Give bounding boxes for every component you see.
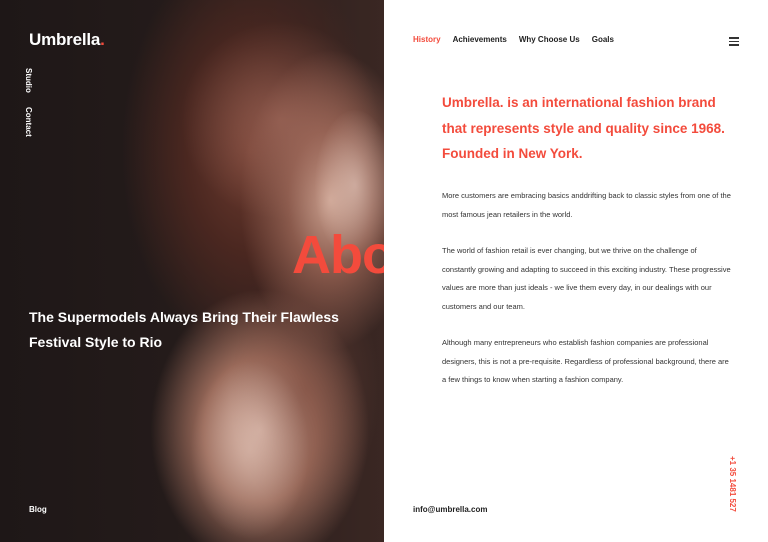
side-nav-contact[interactable]: Contact — [24, 107, 33, 137]
tab-achievements[interactable]: Achievements — [453, 35, 507, 44]
tab-why-choose-us[interactable]: Why Choose Us — [519, 35, 580, 44]
body-paragraph: More customers are embracing basics andd… — [442, 191, 731, 219]
body-paragraph: The world of fashion retail is ever chan… — [442, 246, 731, 311]
brand-name: Umbrella — [29, 30, 101, 49]
overlay-heading: Abo — [292, 225, 384, 285]
body-paragraph: Although many entrepreneurs who establis… — [442, 338, 729, 384]
hero-title: The Supermodels Always Bring Their Flawl… — [29, 309, 339, 350]
brand-logo[interactable]: Umbrella. — [29, 30, 105, 50]
hero-image-panel: Umbrella. Studio Contact Abo The Supermo… — [0, 0, 384, 542]
tab-goals[interactable]: Goals — [592, 35, 614, 44]
phone-number[interactable]: +1 35 1481 527 — [728, 456, 737, 512]
hero-photo-shoulder-shape — [190, 360, 310, 540]
brand-dot: . — [100, 30, 105, 49]
section-tabs: History Achievements Why Choose Us Goals — [413, 35, 614, 44]
tab-history[interactable]: History — [413, 35, 441, 44]
page: Umbrella. Studio Contact Abo The Supermo… — [0, 0, 768, 542]
hamburger-menu-icon[interactable] — [729, 37, 739, 46]
lead-text: Umbrella. is an international fashion br… — [442, 95, 725, 161]
side-nav: Studio Contact — [24, 68, 42, 151]
email-link[interactable]: info@umbrella.com — [413, 505, 487, 514]
side-nav-studio[interactable]: Studio — [24, 68, 33, 93]
about-panel: History Achievements Why Choose Us Goals… — [384, 0, 768, 542]
blog-link[interactable]: Blog — [29, 505, 47, 514]
